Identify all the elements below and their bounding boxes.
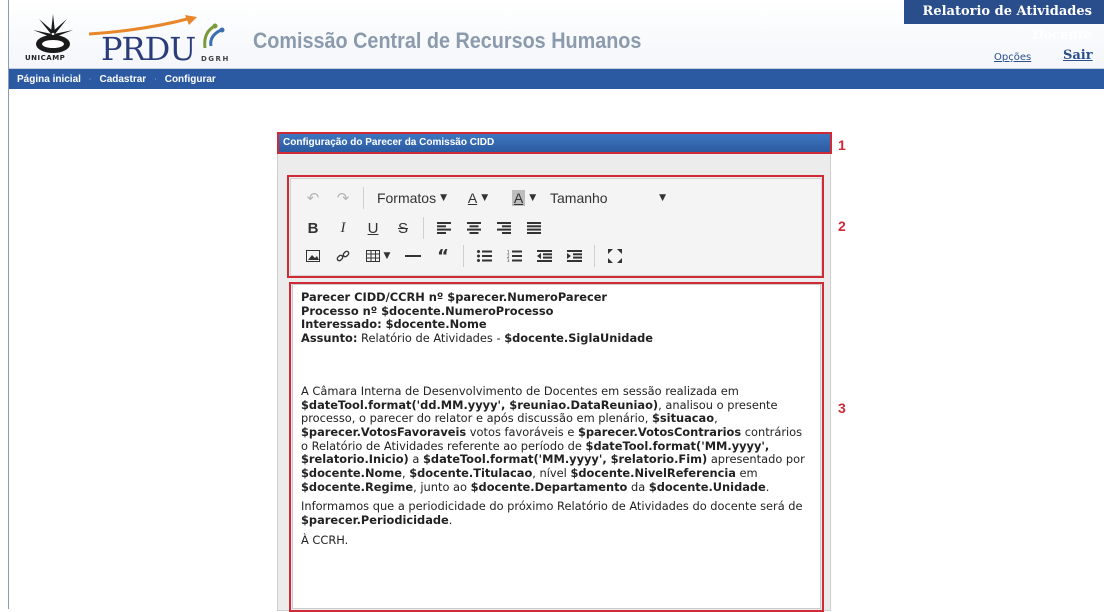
prdu-logo-text: PRDU	[101, 30, 196, 68]
nav-item-home[interactable]: Página inicial	[9, 74, 89, 85]
system-title: Relatorio de Atividades Docente	[904, 0, 1104, 43]
unicamp-logo-icon	[33, 14, 73, 53]
dgrh-logo-icon	[203, 23, 225, 49]
options-link[interactable]: Opções	[994, 52, 1031, 63]
annotation-box-3	[289, 282, 824, 612]
dgrh-label: DGRH	[201, 55, 230, 63]
main-nav: Página inicial · Cadastrar · Configurar	[9, 69, 1104, 89]
logout-link[interactable]: Sair	[1063, 48, 1093, 63]
annotation-label-3: 3	[838, 400, 846, 416]
nav-item-register[interactable]: Cadastrar	[91, 74, 154, 85]
nav-item-configure[interactable]: Configurar	[157, 74, 224, 85]
app-title: Comissão Central de Recursos Humanos	[253, 28, 642, 53]
annotation-box-1	[277, 132, 832, 154]
annotation-label-2: 2	[838, 218, 846, 234]
unicamp-label: UNICAMP	[25, 54, 66, 62]
app-header: UNICAMP PRDU DGRH Comissão Central de Re…	[9, 0, 1104, 69]
annotation-label-1: 1	[838, 137, 846, 153]
annotation-box-2	[287, 175, 824, 278]
